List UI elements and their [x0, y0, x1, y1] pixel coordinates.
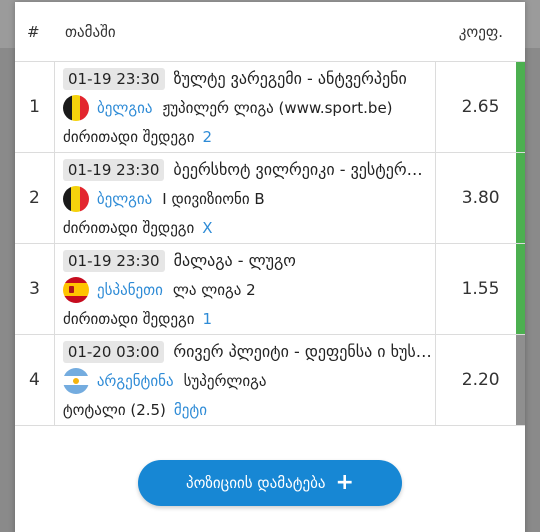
game-cell: 01-19 23:30 ბეერსხოტ ვილრეიკი - ვესტერლო… — [55, 153, 435, 243]
status-indicator — [516, 244, 525, 334]
row-number: 1 — [15, 62, 55, 152]
pick-value: 1 — [202, 310, 213, 328]
row-number: 2 — [15, 153, 55, 243]
match-date: 01-19 23:30 — [62, 158, 165, 181]
country-link[interactable]: ესპანეთი — [97, 281, 163, 299]
market-name: ძირითადი შედეგი — [62, 219, 195, 237]
coupon-modal: # თამაში კოეფ. 1 01-19 23:30 ზულტე ვარეგ… — [15, 2, 525, 532]
match-name[interactable]: ბეერსხოტ ვილრეიკი - ვესტერლო — [173, 160, 435, 179]
argentina-flag-icon — [62, 367, 89, 394]
status-indicator — [516, 153, 525, 243]
bet-list: 1 01-19 23:30 ზულტე ვარეგემი - ანტვერპენ… — [15, 62, 525, 426]
odds-value: 2.20 — [435, 335, 525, 425]
market-name: ძირითადი შედეგი — [63, 310, 195, 328]
league-name: სუპერლიგა — [183, 371, 267, 390]
match-name[interactable]: ზულტე ვარეგემი - ანტვერპენი — [174, 69, 407, 88]
market-name: ძირითადი შედეგი — [63, 128, 195, 146]
header-odds: კოეფ. — [458, 22, 503, 41]
belgium-flag-icon — [62, 185, 89, 212]
table-row[interactable]: 1 01-19 23:30 ზულტე ვარეგემი - ანტვერპენ… — [15, 62, 525, 153]
pick-value: მეტი — [173, 401, 207, 419]
pick-value: X — [202, 219, 213, 237]
pick-value: 2 — [202, 128, 213, 146]
match-name[interactable]: რივერ პლეიტი - დეფენსა ი ხუსტისია — [173, 342, 435, 361]
status-indicator — [516, 62, 525, 152]
row-number: 3 — [15, 244, 55, 334]
header-game: თამაში — [65, 22, 116, 41]
status-indicator — [516, 335, 525, 425]
table-row[interactable]: 2 01-19 23:30 ბეერსხოტ ვილრეიკი - ვესტერ… — [15, 153, 525, 244]
plus-icon: + — [335, 470, 354, 495]
league-name: ლა ლიგა 2 — [172, 280, 256, 299]
table-row[interactable]: 4 01-20 03:00 რივერ პლეიტი - დეფენსა ი ხ… — [15, 335, 525, 426]
match-date: 01-19 23:30 — [63, 249, 165, 272]
add-position-wrapper: პოზიციის დამატება + — [15, 460, 525, 506]
game-cell: 01-19 23:30 მალაგა - ლუგო ესპანეთი ლა ლი… — [55, 244, 435, 334]
league-name: ჟუპილერ ლიგა (www.sport.be) — [162, 98, 393, 117]
match-date: 01-20 03:00 — [62, 340, 165, 363]
market-name: ტოტალი (2.5) — [62, 401, 166, 419]
odds-value: 3.80 — [435, 153, 525, 243]
odds-value: 2.65 — [435, 62, 525, 152]
spain-flag-icon — [63, 276, 89, 303]
country-link[interactable]: არგენტინა — [97, 372, 174, 390]
game-cell: 01-20 03:00 რივერ პლეიტი - დეფენსა ი ხუს… — [55, 335, 435, 425]
add-position-button[interactable]: პოზიციის დამატება + — [138, 460, 402, 506]
table-header: # თამაში კოეფ. — [15, 2, 525, 62]
country-link[interactable]: ბელგია — [97, 99, 152, 117]
game-cell: 01-19 23:30 ზულტე ვარეგემი - ანტვერპენი … — [55, 62, 435, 152]
row-number: 4 — [15, 335, 55, 425]
belgium-flag-icon — [63, 94, 89, 121]
match-date: 01-19 23:30 — [63, 67, 165, 90]
country-link[interactable]: ბელგია — [97, 190, 152, 208]
header-number: # — [27, 22, 40, 41]
table-row[interactable]: 3 01-19 23:30 მალაგა - ლუგო ესპანეთი ლა … — [15, 244, 525, 335]
add-position-label: პოზიციის დამატება — [186, 474, 326, 492]
odds-value: 1.55 — [435, 244, 525, 334]
match-name[interactable]: მალაგა - ლუგო — [174, 251, 296, 270]
league-name: I დივიზიონი B — [162, 189, 265, 208]
